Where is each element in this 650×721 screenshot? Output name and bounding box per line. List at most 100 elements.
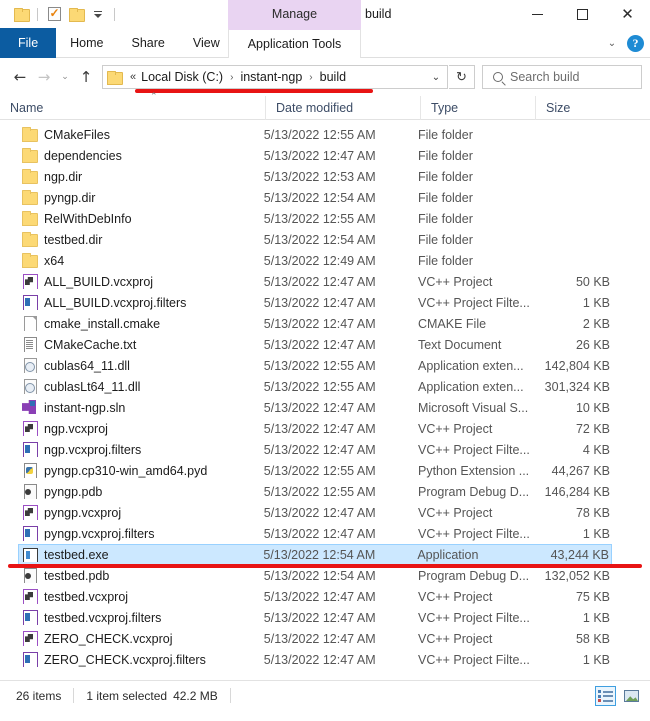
file-name: ZERO_CHECK.vcxproj.filters: [44, 652, 206, 667]
breadcrumb: « Local Disk (C:) › instant-ngp › build: [127, 70, 425, 84]
search-input[interactable]: Search build: [510, 70, 580, 84]
cell-size: 72 KB: [575, 421, 611, 436]
table-row[interactable]: cublasLt64_11.dll 5/13/2022 12:55 AM Appli…: [18, 376, 612, 397]
cell-size: 50 KB: [575, 274, 611, 289]
cell-date-modified: 5/13/2022 12:47 AM: [263, 295, 376, 310]
status-selection-size: 42.2 MB: [173, 688, 218, 703]
column-header-size[interactable]: Size: [535, 95, 615, 120]
tab-share-label: Share: [131, 36, 165, 50]
filters-icon: [22, 295, 38, 310]
table-row[interactable]: cmake_install.cmake 5/13/2022 12:47 AM CMA…: [18, 313, 612, 334]
ribbon-collapse-button[interactable]: ⌄: [605, 36, 619, 50]
cell-size: 78 KB: [575, 505, 611, 520]
back-arrow-icon: ←: [13, 68, 27, 86]
column-header-type[interactable]: Type: [420, 95, 535, 120]
qat-customize-button[interactable]: [87, 3, 109, 25]
tab-view[interactable]: View: [179, 28, 234, 58]
chevron-down-icon: ⌄: [431, 71, 441, 83]
table-row[interactable]: pyngp.cp310-win_amd64.pyd 5/13/2022 12:55…: [18, 460, 612, 481]
sort-ascending-icon: ⌃: [150, 90, 158, 101]
vcx-icon: [22, 421, 38, 436]
qat-new-folder-button[interactable]: [65, 3, 87, 25]
table-row[interactable]: x64 5/13/2022 12:49 AM File folder: [18, 250, 612, 271]
refresh-icon: ↻: [456, 69, 467, 84]
pdb-icon: [22, 568, 37, 583]
table-row[interactable]: instant-ngp.sln 5/13/2022 12:47 AM Microso…: [18, 397, 612, 418]
table-row[interactable]: ALL_BUILD.vcxproj 5/13/2022 12:47 AM VC++ …: [18, 271, 612, 292]
column-header-date-label: Date modified: [276, 100, 354, 115]
cell-name: ZERO_CHECK.vcxproj: [22, 631, 264, 646]
table-row[interactable]: CMakeCache.txt 5/13/2022 12:47 AM Text Doc…: [18, 334, 612, 355]
breadcrumb-item-instant-ngp[interactable]: instant-ngp: [237, 70, 305, 84]
table-row[interactable]: ngp.dir 5/13/2022 12:53 AM File folder: [18, 166, 612, 187]
table-row[interactable]: ALL_BUILD.vcxproj.filters 5/13/2022 12:47…: [18, 292, 612, 313]
annotation-address-underline: [135, 89, 373, 93]
details-view-button[interactable]: [595, 686, 616, 706]
table-row[interactable]: cublas64_11.dll 5/13/2022 12:55 AM Applica…: [18, 355, 612, 376]
cell-date-modified: 5/13/2022 12:55 AM: [263, 484, 376, 499]
table-row[interactable]: pyngp.vcxproj 5/13/2022 12:47 AM VC++ Proj…: [18, 502, 612, 523]
column-header-date-modified[interactable]: Date modified: [265, 95, 420, 120]
cell-type: VC++ Project Filte...: [417, 442, 530, 457]
refresh-button[interactable]: ↻: [449, 65, 475, 89]
table-row[interactable]: testbed.vcxproj.filters 5/13/2022 12:47 A…: [18, 607, 612, 628]
table-row[interactable]: ngp.vcxproj 5/13/2022 12:47 AM VC++ Projec…: [18, 418, 612, 439]
window-title-text: build: [365, 7, 392, 21]
file-name: pyngp.vcxproj: [44, 505, 122, 520]
cell-size: 58 KB: [575, 631, 611, 646]
cell-type: VC++ Project Filte...: [417, 295, 530, 310]
address-field[interactable]: « Local Disk (C:) › instant-ngp › build …: [102, 65, 448, 89]
table-row[interactable]: pyngp.dir 5/13/2022 12:54 AM File folder: [18, 187, 612, 208]
breadcrumb-item-drive[interactable]: Local Disk (C:): [138, 70, 226, 84]
table-row[interactable]: RelWithDebInfo 5/13/2022 12:55 AM File fol…: [18, 208, 612, 229]
cell-type: VC++ Project Filte...: [417, 526, 530, 541]
qat-properties-button[interactable]: [43, 3, 65, 25]
table-row[interactable]: CMakeFiles 5/13/2022 12:55 AM File folder: [18, 124, 612, 145]
table-row[interactable]: testbed.vcxproj 5/13/2022 12:47 AM VC++ Pr…: [18, 586, 612, 607]
back-button[interactable]: ←: [8, 64, 32, 90]
folder-icon: [13, 8, 30, 22]
table-row[interactable]: pyngp.pdb 5/13/2022 12:55 AM Program Debug…: [18, 481, 612, 502]
cell-name: testbed.vcxproj.filters: [22, 610, 264, 625]
qat-folder-button[interactable]: [10, 3, 32, 25]
dll-icon: [22, 358, 37, 373]
address-dropdown-button[interactable]: ⌄: [425, 66, 447, 88]
file-name: ngp.dir: [44, 169, 83, 184]
cell-size: 132,052 KB: [544, 568, 611, 583]
table-row[interactable]: testbed.dir 5/13/2022 12:54 AM File folder: [18, 229, 612, 250]
help-button[interactable]: ?: [627, 34, 644, 52]
cell-type: VC++ Project: [417, 274, 493, 289]
tab-home[interactable]: Home: [56, 28, 117, 58]
close-button[interactable]: ✕: [605, 0, 650, 28]
search-box[interactable]: Search build: [482, 65, 642, 89]
tab-share[interactable]: Share: [118, 28, 179, 58]
up-button[interactable]: ↑: [74, 64, 98, 90]
file-name: CMakeCache.txt: [44, 337, 137, 352]
quick-access-toolbar: [0, 0, 120, 28]
forward-button[interactable]: →: [32, 64, 56, 90]
file-name: dependencies: [44, 148, 122, 163]
table-row-selected[interactable]: testbed.exe 5/13/2022 12:54 AM Application…: [18, 544, 612, 565]
breadcrumb-item-build[interactable]: build: [317, 70, 349, 84]
minimize-button[interactable]: [515, 0, 560, 28]
qat-divider-2: [114, 7, 115, 21]
table-row[interactable]: dependencies 5/13/2022 12:47 AM File folde…: [18, 145, 612, 166]
breadcrumb-overflow[interactable]: «: [127, 71, 138, 83]
tab-application-tools[interactable]: Application Tools: [228, 28, 361, 58]
recent-locations-button[interactable]: ⌄: [56, 64, 74, 90]
cell-size: 1 KB: [582, 610, 611, 625]
annotation-selected-row-underline: [8, 564, 642, 568]
table-row[interactable]: pyngp.vcxproj.filters 5/13/2022 12:47 AM V…: [18, 523, 612, 544]
table-row[interactable]: ZERO_CHECK.vcxproj 5/13/2022 12:47 AM VC++…: [18, 628, 612, 649]
table-row[interactable]: testbed.pdb 5/13/2022 12:54 AM Program Deb…: [18, 565, 612, 586]
column-header-name[interactable]: Name ⌃: [0, 91, 265, 120]
maximize-button[interactable]: [560, 0, 605, 28]
status-divider: [73, 688, 75, 703]
table-row[interactable]: ZERO_CHECK.vcxproj.filters 5/13/2022 12:4…: [18, 649, 612, 670]
doc-icon: [22, 316, 37, 331]
cell-type: VC++ Project: [417, 421, 493, 436]
tab-file[interactable]: File: [0, 28, 57, 58]
large-icons-view-button[interactable]: [621, 686, 642, 706]
cell-date-modified: 5/13/2022 12:47 AM: [263, 337, 376, 352]
table-row[interactable]: ngp.vcxproj.filters 5/13/2022 12:47 AM VC+…: [18, 439, 612, 460]
